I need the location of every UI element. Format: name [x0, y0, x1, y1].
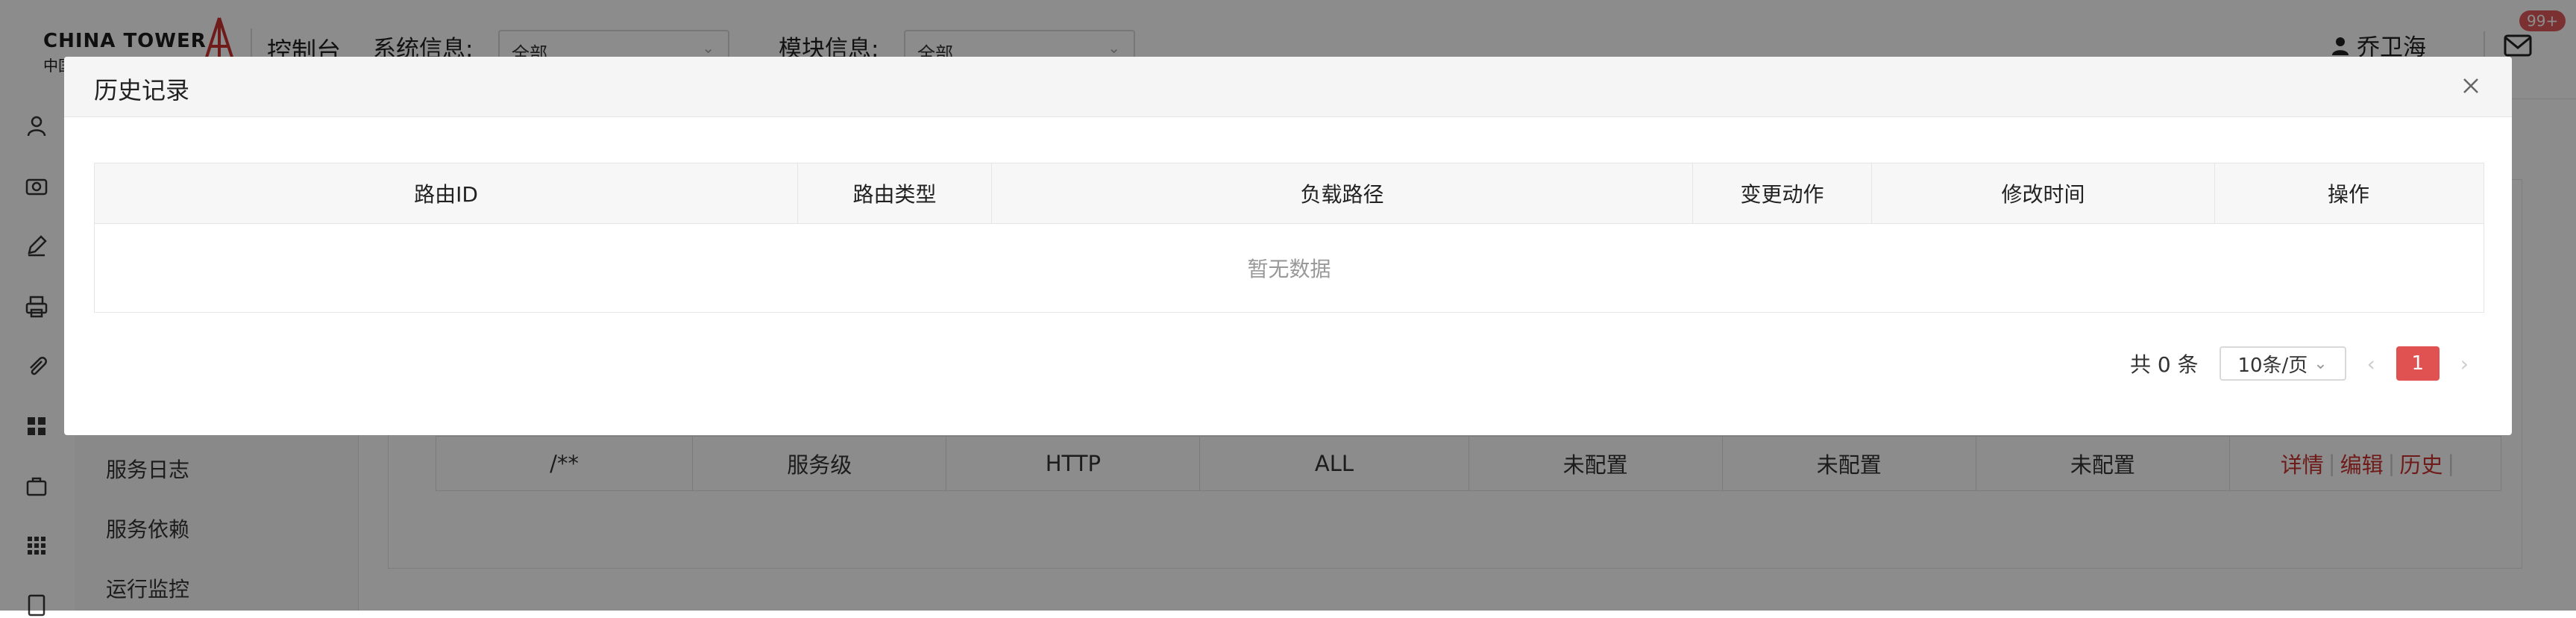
history-modal: 历史记录 路由ID 路由类型 负载路径 变更动作 修改时间 操作 暂无数据 共 …: [64, 57, 2512, 435]
next-page-icon[interactable]: ›: [2460, 352, 2469, 376]
page-size-value: 10条/页: [2237, 354, 2308, 377]
close-icon[interactable]: [2460, 75, 2482, 97]
column-header-load-path: 负载路径: [992, 163, 1693, 223]
table-header-row: 路由ID 路由类型 负载路径 变更动作 修改时间 操作: [95, 163, 2484, 224]
app-root: CHINA TOWER 中国铁塔 控制台 系统信息: 全部 ⌄ 模块信息: 全部…: [0, 0, 2576, 617]
prev-page-icon[interactable]: ‹: [2367, 352, 2375, 376]
column-header-modified-time: 修改时间: [1872, 163, 2215, 223]
modal-title: 历史记录: [94, 76, 190, 104]
column-header-change-action: 变更动作: [1693, 163, 1872, 223]
pagination: 共 0 条 10条/页 ⌄ ‹ 1 ›: [2130, 346, 2469, 381]
modal-header: 历史记录: [64, 57, 2512, 117]
chevron-down-icon: ⌄: [2313, 354, 2328, 373]
column-header-route-type: 路由类型: [798, 163, 992, 223]
page-size-select[interactable]: 10条/页 ⌄: [2219, 346, 2346, 381]
page-number-current[interactable]: 1: [2396, 346, 2440, 381]
column-header-operations: 操作: [2327, 182, 2369, 207]
empty-state: 暂无数据: [1247, 257, 1331, 281]
column-header-route-id: 路由ID: [95, 163, 798, 223]
history-table: 路由ID 路由类型 负载路径 变更动作 修改时间 操作 暂无数据: [94, 163, 2484, 313]
total-count: 共 0 条: [2129, 352, 2199, 377]
